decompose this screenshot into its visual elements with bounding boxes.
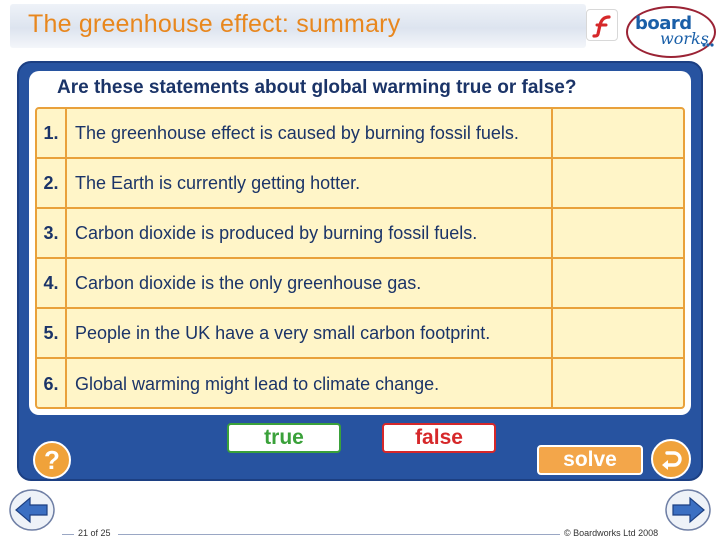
statement-text[interactable]: The Earth is currently getting hotter. — [67, 159, 553, 207]
statement-text[interactable]: Global warming might lead to climate cha… — [67, 359, 553, 409]
answer-slot-6[interactable] — [555, 359, 683, 409]
statement-text[interactable]: The greenhouse effect is caused by burni… — [67, 109, 553, 157]
solve-button[interactable]: solve — [537, 445, 643, 475]
statement-text[interactable]: Carbon dioxide is produced by burning fo… — [67, 209, 553, 257]
copyright-text: © Boardworks Ltd 2008 — [564, 528, 659, 538]
statement-row-6: 6. Global warming might lead to climate … — [37, 359, 683, 409]
statement-text[interactable]: Carbon dioxide is the only greenhouse ga… — [67, 259, 553, 307]
logo-dots-icon — [702, 43, 714, 47]
previous-slide-button[interactable] — [8, 488, 56, 532]
statements-table: 1. The greenhouse effect is caused by bu… — [35, 107, 685, 409]
statement-text[interactable]: People in the UK have a very small carbo… — [67, 309, 553, 357]
statement-number: 3. — [37, 209, 67, 257]
activity-content: Are these statements about global warmin… — [29, 71, 691, 415]
statement-number: 2. — [37, 159, 67, 207]
statement-number: 4. — [37, 259, 67, 307]
answer-slot-2[interactable] — [555, 159, 683, 207]
previous-arrow-icon — [9, 489, 55, 531]
statement-number: 5. — [37, 309, 67, 357]
flash-player-icon — [586, 9, 618, 41]
false-button[interactable]: false — [382, 423, 496, 453]
boardworks-logo: board works — [626, 4, 718, 58]
page-title: The greenhouse effect: summary — [28, 10, 401, 38]
reset-arrow-icon — [662, 451, 682, 470]
answer-slot-1[interactable] — [555, 109, 683, 157]
answer-slot-4[interactable] — [555, 259, 683, 307]
solve-controls: solve — [537, 439, 693, 479]
true-button[interactable]: true — [227, 423, 341, 453]
reset-button[interactable] — [651, 439, 691, 479]
statement-row-3: 3. Carbon dioxide is produced by burning… — [37, 209, 683, 259]
slide-header: The greenhouse effect: summary board wor… — [0, 0, 720, 62]
statement-row-5: 5. People in the UK have a very small ca… — [37, 309, 683, 359]
help-button[interactable]: ? — [33, 441, 71, 479]
page-number: 21 of 25 — [78, 528, 111, 538]
activity-panel: Are these statements about global warmin… — [17, 61, 703, 481]
statement-row-4: 4. Carbon dioxide is the only greenhouse… — [37, 259, 683, 309]
statement-number: 1. — [37, 109, 67, 157]
answer-slot-3[interactable] — [555, 209, 683, 257]
activity-question: Are these statements about global warmin… — [57, 77, 577, 98]
statement-row-1: 1. The greenhouse effect is caused by bu… — [37, 109, 683, 159]
statement-row-2: 2. The Earth is currently getting hotter… — [37, 159, 683, 209]
next-slide-button[interactable] — [664, 488, 712, 532]
answer-slot-5[interactable] — [555, 309, 683, 357]
footer-divider — [118, 534, 560, 535]
next-arrow-icon — [665, 489, 711, 531]
question-mark-icon: ? — [44, 444, 60, 475]
footer-divider — [62, 534, 74, 535]
statement-number: 6. — [37, 359, 67, 409]
